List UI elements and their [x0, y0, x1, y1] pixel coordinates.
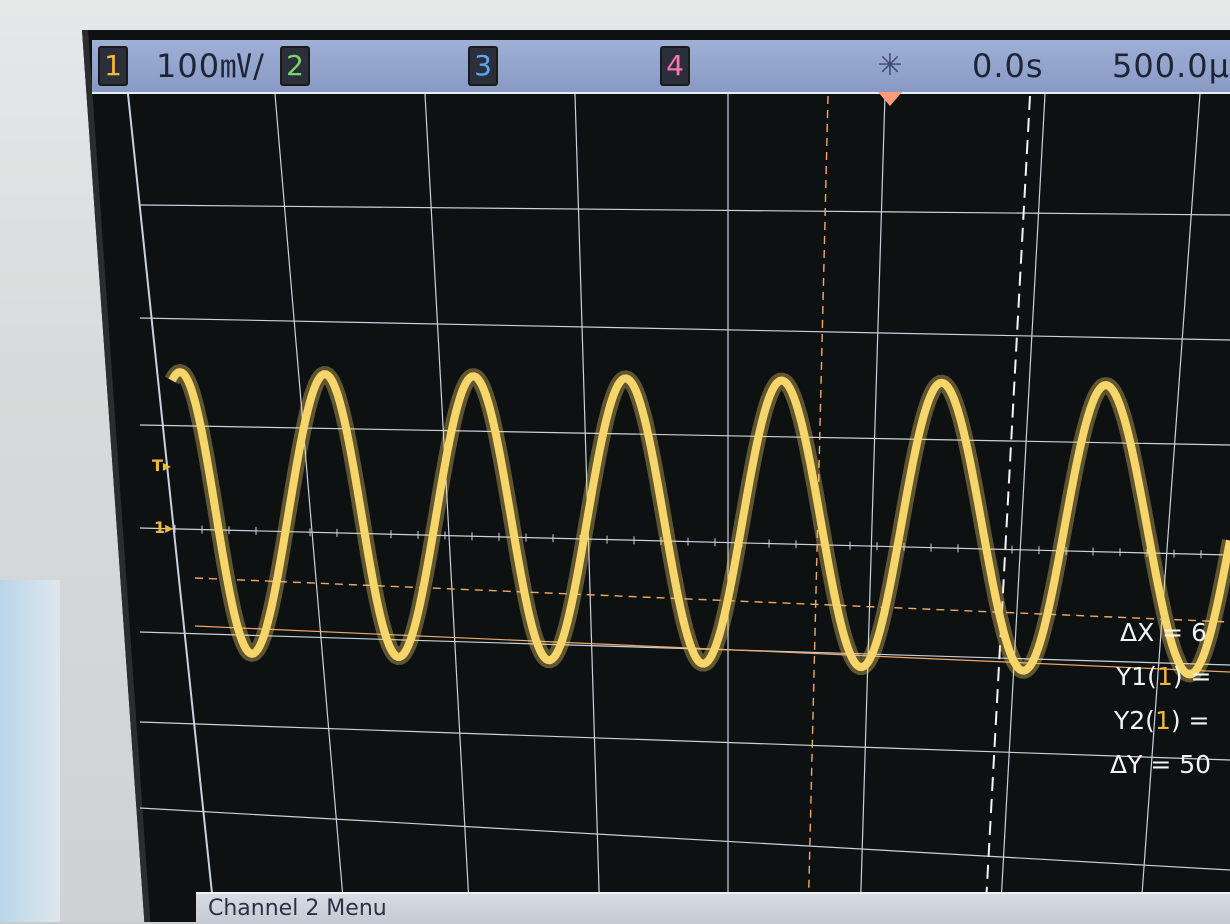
- channel-1-key[interactable]: 1: [98, 46, 128, 86]
- grid-line-horizontal: [139, 317, 1230, 341]
- timebase-scale: 500.0µ/: [1112, 47, 1230, 85]
- channel-1-ground-marker: 1▸: [154, 518, 174, 537]
- grid-line-horizontal: [139, 204, 1230, 216]
- channel-1-scale: 100㎷/: [156, 47, 265, 85]
- channel-3-key[interactable]: 3: [468, 46, 498, 86]
- measurement-delta-y: ΔY = 50: [1110, 750, 1212, 779]
- grid-line-horizontal: [139, 721, 1230, 761]
- measurement-y2: Y2(1) =: [1114, 706, 1210, 735]
- cursor-y1: [194, 577, 1230, 623]
- grid-line-horizontal: [139, 807, 1230, 871]
- channel-1-trace-glow: [164, 363, 1230, 683]
- trigger-position-marker: [878, 92, 902, 106]
- channel-2-key[interactable]: 2: [280, 46, 310, 86]
- starburst-icon: ✳: [877, 48, 903, 83]
- trigger-level-marker: T▸: [152, 456, 171, 475]
- measurement-y1: Y1(1) =: [1116, 662, 1212, 691]
- cursor-x2: [984, 95, 1031, 922]
- softkey-menu-label: Channel 2 Menu: [208, 896, 387, 921]
- softkey-menu-bar[interactable]: Channel 2 Menu: [196, 892, 1230, 924]
- channel-4-key[interactable]: 4: [660, 46, 690, 86]
- waveform-display: [127, 93, 1230, 922]
- grid-line-vertical: [859, 93, 886, 922]
- measurement-delta-x: ΔX = 6: [1120, 618, 1207, 647]
- grid-line-vertical: [127, 93, 216, 922]
- status-bar: 1 100㎷/ 2 3 4 ✳ 0.0s 500.0µ/: [92, 40, 1230, 94]
- trigger-delay: 0.0s: [972, 47, 1044, 85]
